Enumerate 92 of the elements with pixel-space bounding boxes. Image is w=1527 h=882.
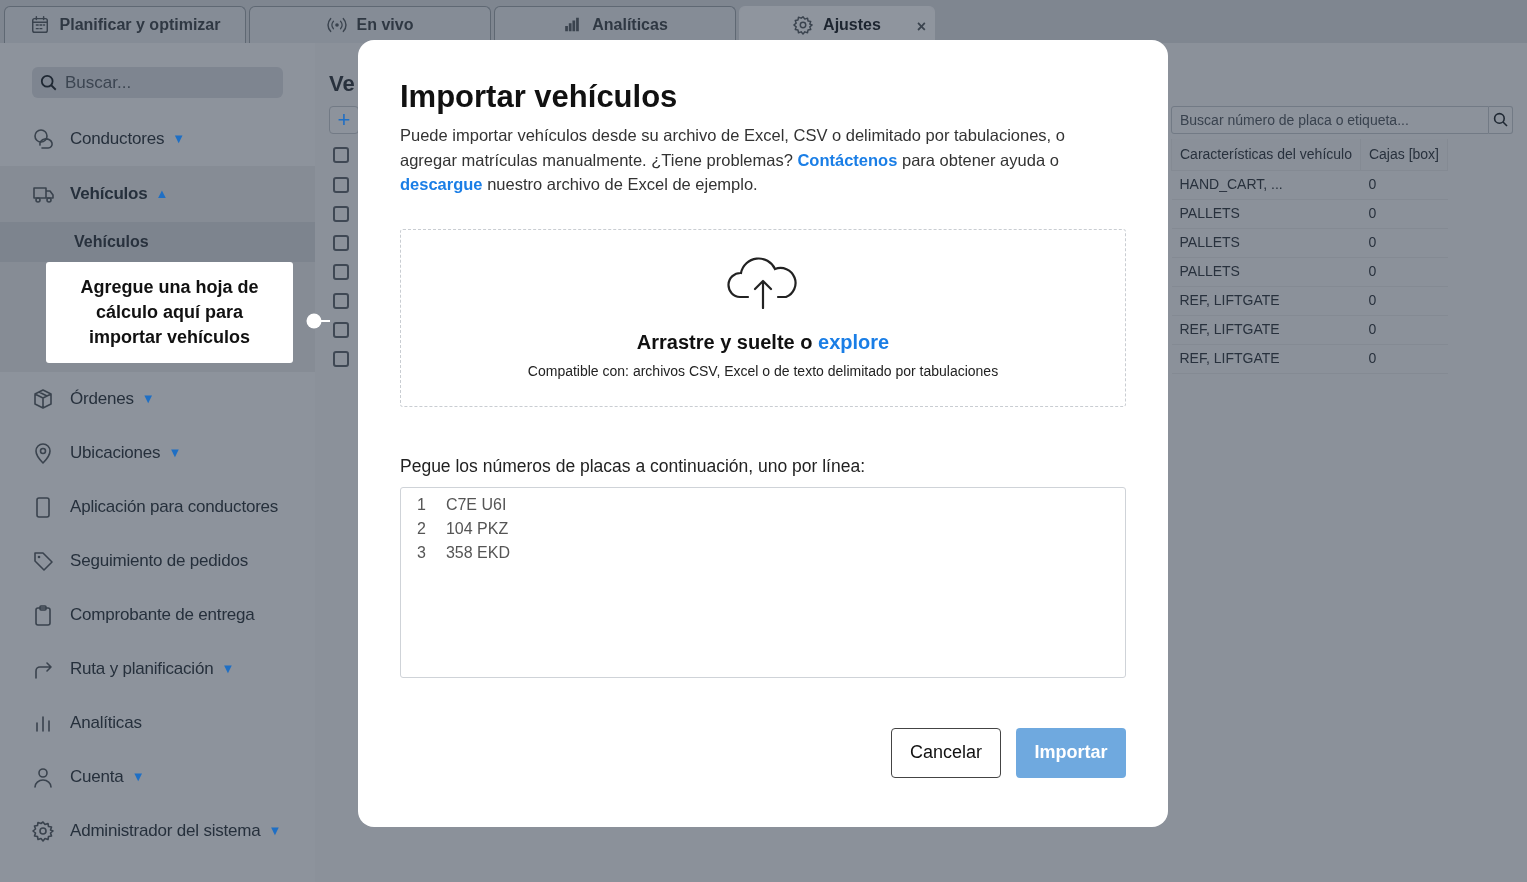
drop-zone[interactable]: Arrastre y suelte o explore Compatible con: archivos CSV, Excel o de texto delimitado por tabulaciones bbox=[400, 228, 1126, 407]
description: Puede importar vehículos desde su archivo de Excel, CSV o delimitado por tabulaciones, o agregar matrículas manualmente. ¿Tiene problemas? Contáctenos para obtener ayuda o descargue nuestro archivo de Excel de ejemplo. bbox=[400, 125, 1066, 196]
tag-icon bbox=[32, 550, 54, 572]
sidebar-item[interactable]: Administrador del sistema ▼ bbox=[0, 804, 315, 858]
table-cell: 0 bbox=[1360, 344, 1448, 373]
sidebar-label: Seguimiento de pedidos bbox=[70, 550, 248, 573]
checkbox[interactable] bbox=[333, 176, 349, 193]
sidebar-label: Administrador del sistema bbox=[70, 820, 261, 843]
settings-icon bbox=[793, 15, 814, 35]
sidebar-item[interactable]: Seguimiento de pedidos bbox=[0, 534, 315, 588]
table-cell: 0 bbox=[1360, 228, 1448, 257]
sidebar-item[interactable]: Analíticas bbox=[0, 696, 315, 750]
sidebar-item[interactable]: Ruta y planificación ▼ bbox=[0, 642, 315, 696]
search-field[interactable]: Buscar número de placa o etiqueta... bbox=[1171, 106, 1489, 134]
line-number: 3 bbox=[417, 542, 426, 563]
tab[interactable]: En vivo bbox=[249, 6, 491, 43]
broadcast-icon bbox=[326, 15, 347, 35]
sidebar-label: Analíticas bbox=[70, 712, 142, 735]
sidebar-item[interactable]: Cuenta ▼ bbox=[0, 750, 315, 804]
checkbox[interactable] bbox=[333, 234, 349, 251]
location-pin-icon bbox=[32, 442, 54, 464]
table-cell: PALLETS bbox=[1171, 199, 1361, 228]
sidebar-label: Cuenta bbox=[70, 766, 124, 789]
field-label: Pegue los números de placas a continuación, uno por línea: bbox=[400, 454, 867, 478]
settings-icon bbox=[32, 820, 54, 842]
sidebar-label: Vehículos bbox=[70, 183, 148, 206]
caret-icon: ▼ bbox=[172, 129, 185, 149]
user-icon bbox=[32, 766, 54, 788]
table-cell: PALLETS bbox=[1171, 257, 1361, 286]
column-header: Cajas [box] bbox=[1360, 139, 1448, 170]
sidebar-item[interactable]: Órdenes ▼ bbox=[0, 372, 315, 426]
checkbox[interactable] bbox=[333, 321, 349, 338]
caret-icon: ▼ bbox=[168, 443, 182, 463]
sidebar-label: Conductores bbox=[70, 128, 165, 151]
plate-text: C7E U6I bbox=[445, 494, 507, 515]
line-number: 1 bbox=[417, 494, 426, 515]
search-icon bbox=[40, 74, 58, 92]
drop-zone-note: Compatible con: archivos CSV, Excel o de texto delimitado por tabulaciones bbox=[527, 362, 999, 382]
sidebar-item[interactable]: Aplicación para conductores bbox=[0, 480, 315, 534]
sidebar-item[interactable]: Comprobante de entrega bbox=[0, 588, 315, 642]
line-number: 2 bbox=[417, 518, 426, 539]
plate-text: 104 PKZ bbox=[445, 518, 509, 539]
sidebar-item[interactable]: Conductores ▼ bbox=[0, 112, 315, 166]
clipboard-icon bbox=[32, 604, 54, 626]
search-button[interactable] bbox=[1489, 106, 1513, 134]
person-icon bbox=[32, 128, 54, 150]
plates-field[interactable]: 1 C7E U6I 2 104 PKZ 3 358 EKD bbox=[400, 486, 1126, 678]
table-cell: REF, LIFTGATE bbox=[1171, 344, 1361, 373]
table-cell: REF, LIFTGATE bbox=[1171, 286, 1361, 315]
caret-icon: ▼ bbox=[141, 389, 155, 409]
cancel-button[interactable]: Cancelar bbox=[891, 727, 1001, 778]
sidebar-label: Ubicaciones bbox=[70, 442, 161, 465]
drop-zone-text: Arrastre y suelte o bbox=[636, 331, 813, 354]
table-cell: REF, LIFTGATE bbox=[1171, 315, 1361, 344]
search-field[interactable]: Buscar... bbox=[32, 67, 283, 98]
calendar-icon bbox=[29, 15, 50, 35]
box-icon bbox=[32, 388, 54, 410]
checkbox[interactable] bbox=[333, 350, 349, 367]
table-cell: PALLETS bbox=[1171, 228, 1361, 257]
page-heading: Ve bbox=[329, 71, 356, 97]
caret-icon: ▼ bbox=[268, 821, 282, 841]
link[interactable]: explore bbox=[818, 331, 890, 354]
sidebar-subitem[interactable]: Vehículos bbox=[0, 222, 315, 262]
caret-icon: ▼ bbox=[221, 659, 235, 679]
search-icon bbox=[1492, 112, 1509, 128]
table-cell: HAND_CART, ... bbox=[1171, 170, 1361, 199]
dialog-title: Importar vehículos bbox=[400, 78, 679, 116]
tooltip: Agregue una hoja de cálculo aquí para importar vehículos bbox=[46, 262, 293, 363]
checkbox[interactable] bbox=[333, 292, 349, 309]
caret-icon: ▼ bbox=[131, 767, 145, 787]
sidebar-item[interactable]: Vehículos ▲ bbox=[0, 166, 315, 222]
sidebar-item[interactable]: Ubicaciones ▼ bbox=[0, 426, 315, 480]
link[interactable]: descargue bbox=[400, 175, 483, 194]
table-cell: 0 bbox=[1360, 286, 1448, 315]
tab[interactable]: Planificar y optimizar bbox=[4, 6, 246, 43]
checkbox[interactable] bbox=[333, 263, 349, 280]
sidebar-label: Aplicación para conductores bbox=[70, 496, 279, 519]
sidebar-label: Órdenes bbox=[70, 388, 134, 411]
table-cell: 0 bbox=[1360, 257, 1448, 286]
close-icon[interactable]: × bbox=[916, 15, 926, 39]
table-cell: 0 bbox=[1360, 315, 1448, 344]
table-cell: 0 bbox=[1360, 199, 1448, 228]
checkbox[interactable] bbox=[333, 205, 349, 222]
caret-icon: ▲ bbox=[155, 184, 169, 204]
column-header: Características del vehículo bbox=[1171, 139, 1361, 170]
checkbox[interactable] bbox=[333, 146, 349, 163]
link[interactable]: Contáctenos bbox=[797, 150, 898, 169]
sidebar-label: Ruta y planificación bbox=[70, 658, 214, 681]
plate-text: 358 EKD bbox=[445, 542, 510, 563]
leader-line bbox=[306, 313, 330, 329]
sidebar-label: Comprobante de entrega bbox=[70, 604, 255, 627]
table-cell: 0 bbox=[1360, 170, 1448, 199]
